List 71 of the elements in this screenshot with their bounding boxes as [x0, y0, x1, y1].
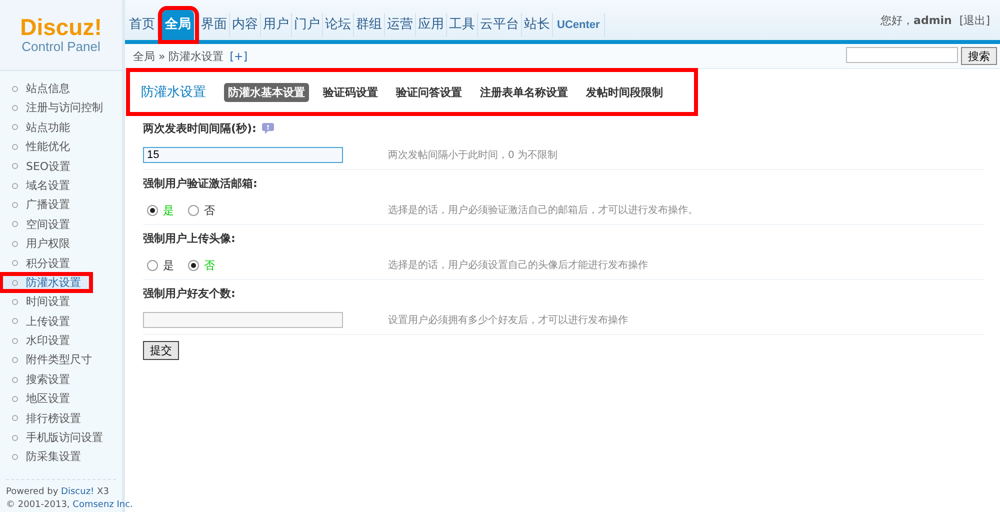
version-text: X3: [97, 487, 109, 497]
tab[interactable]: 注册表单名称设置: [476, 82, 572, 102]
copyright-text: © 2001-2013,: [6, 500, 70, 510]
setting-label: 强制用户好友个数:: [143, 286, 236, 300]
nav-tab[interactable]: 用户: [261, 13, 292, 37]
logo-subtitle: Control Panel: [22, 39, 100, 54]
sidebar-item[interactable]: 手机版访问设置: [0, 428, 122, 448]
sidebar-item[interactable]: 上传设置: [0, 312, 122, 332]
powered-by-text: Powered by: [6, 487, 58, 497]
nav-tab[interactable]: UCenter: [553, 13, 605, 37]
submit-button[interactable]: 提交: [143, 341, 179, 360]
sidebar-item[interactable]: 积分设置: [0, 254, 122, 273]
nav-tab[interactable]: 界面: [199, 13, 230, 37]
nav-tab[interactable]: 站长: [522, 13, 553, 37]
logout-link[interactable]: [退出]: [959, 14, 990, 26]
tab[interactable]: 发帖时间段限制: [582, 82, 667, 102]
nav-tab[interactable]: 群组: [354, 13, 385, 37]
sidebar-item[interactable]: 广播设置: [0, 195, 122, 215]
help-icon[interactable]: [262, 122, 274, 134]
setting-label: 两次发表时间间隔(秒):: [143, 120, 256, 136]
discuz-link[interactable]: Discuz!: [61, 487, 94, 497]
search-button[interactable]: 搜索: [961, 47, 997, 65]
setting-hint: 设置用户必须拥有多少个好友后，才可以进行发布操作: [388, 314, 628, 327]
radio-label: 否: [204, 258, 215, 272]
text-field[interactable]: 15: [143, 147, 343, 163]
tab[interactable]: 验证码设置: [319, 82, 382, 102]
setting-label: 强制用户上传头像:: [143, 230, 236, 246]
tab[interactable]: 验证问答设置: [392, 82, 466, 102]
sidebar-item[interactable]: 站点信息: [0, 79, 122, 98]
sidebar-item[interactable]: SEO设置: [0, 156, 122, 176]
sidebar-item[interactable]: 空间设置: [0, 214, 122, 234]
sidebar-item[interactable]: 域名设置: [0, 176, 122, 196]
sidebar-item[interactable]: 防灌水设置: [0, 272, 92, 292]
greeting-text: 您好，admin: [880, 14, 952, 26]
radio-label: 是: [163, 202, 174, 218]
setting-label: 强制用户验证激活邮箱:: [143, 176, 258, 190]
sidebar-item[interactable]: 用户权限: [0, 234, 122, 254]
sidebar-item[interactable]: 附件类型尺寸: [0, 350, 122, 370]
text-field[interactable]: [143, 312, 343, 328]
sidebar-item[interactable]: 防采集设置: [0, 447, 122, 467]
nav-tab[interactable]: 应用: [416, 13, 447, 37]
sidebar-item[interactable]: 注册与访问控制: [0, 98, 122, 118]
sidebar-item[interactable]: 搜索设置: [0, 370, 122, 390]
sidebar-item[interactable]: 时间设置: [0, 292, 122, 312]
nav-tab[interactable]: 内容: [230, 13, 261, 37]
tab[interactable]: 防灌水基本设置: [224, 82, 309, 102]
panel-title: 防灌水设置: [141, 84, 206, 101]
radio-button[interactable]: [188, 260, 199, 270]
sidebar-item[interactable]: 排行榜设置: [0, 408, 122, 428]
nav-tab[interactable]: 论坛: [323, 13, 354, 37]
nav-tab[interactable]: 云平台: [478, 13, 522, 37]
nav-tab[interactable]: 工具: [447, 13, 478, 37]
add-link[interactable]: [+]: [230, 50, 248, 62]
search-field[interactable]: [846, 47, 958, 63]
nav-tab[interactable]: 运营: [385, 13, 416, 37]
setting-hint: 选择是的话，用户必须验证激活自己的邮箱后，才可以进行发布操作。: [388, 204, 698, 217]
radio-button[interactable]: [188, 204, 199, 216]
logo: Discuz!: [20, 16, 102, 39]
sidebar-item[interactable]: 站点功能: [0, 118, 122, 138]
nav-tab[interactable]: 门户: [292, 13, 323, 37]
radio-label: 是: [163, 258, 174, 272]
sidebar-item[interactable]: 水印设置: [0, 331, 122, 350]
setting-hint: 选择是的话，用户必须设置自己的头像后才能进行发布操作: [388, 258, 648, 272]
company-link[interactable]: Comsenz Inc.: [72, 500, 133, 510]
setting-hint: 两次发帖间隔小于此时间，0 为不限制: [388, 148, 558, 162]
breadcrumb: 全局 » 防灌水设置: [133, 48, 224, 64]
sidebar-item[interactable]: 地区设置: [0, 389, 122, 409]
radio-button[interactable]: [147, 260, 158, 270]
radio-label: 否: [204, 202, 215, 218]
radio-button[interactable]: [147, 204, 158, 216]
sidebar-item[interactable]: 性能优化: [0, 137, 122, 157]
